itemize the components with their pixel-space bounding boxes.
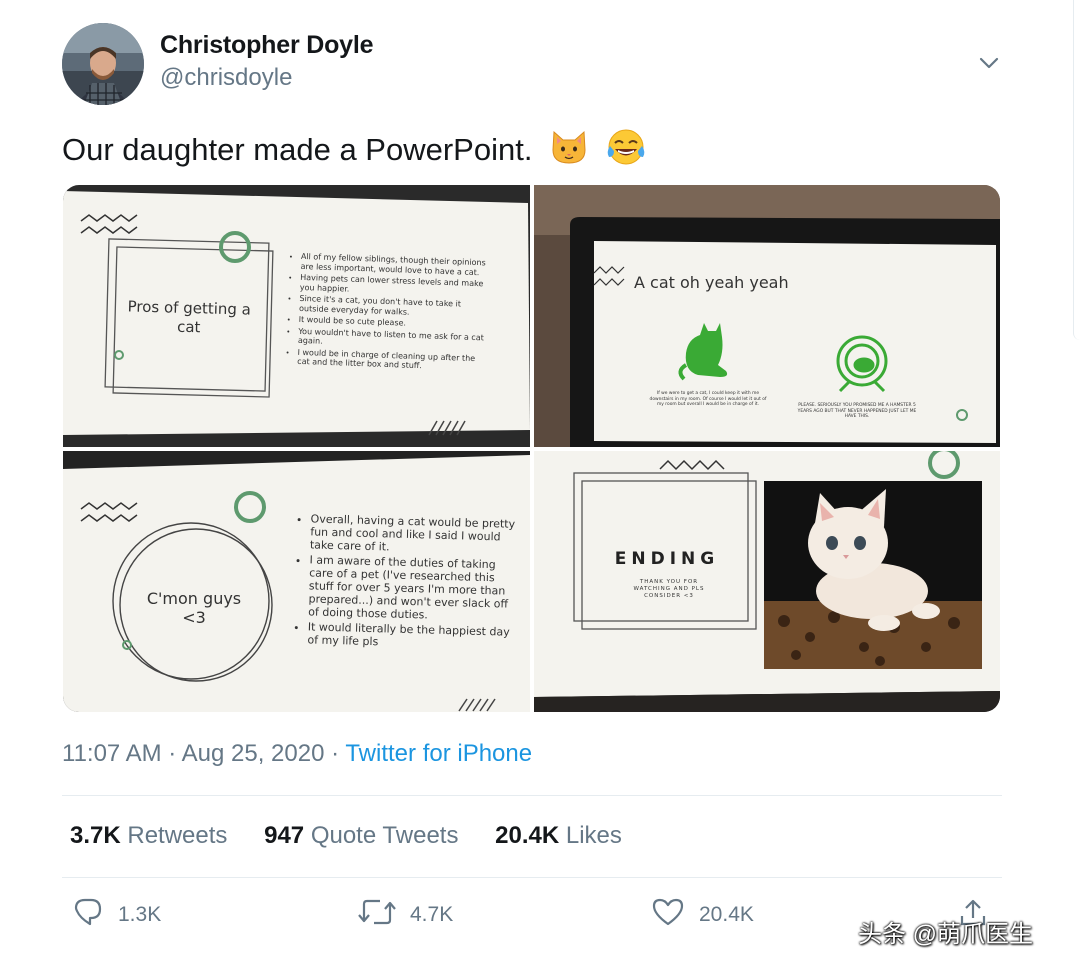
reply-icon	[72, 896, 104, 934]
likes-count: 20.4K	[495, 822, 560, 849]
watermark: 头条 @萌爪医生	[858, 921, 1034, 948]
slide-2-left-caption: If we were to get a cat, I could keep it…	[649, 391, 767, 407]
retweet-icon	[358, 896, 396, 934]
retweets-count: 3.7K	[70, 822, 121, 849]
bullet: I am aware of the duties of taking care …	[308, 553, 518, 623]
retweet-button[interactable]: 4.7K	[358, 896, 453, 934]
slide-3-bullets: Overall, having a cat would be pretty fu…	[297, 512, 518, 654]
tears-of-joy-emoji	[606, 128, 646, 174]
bullet: I would be in charge of cleaning up afte…	[297, 347, 486, 373]
photo-slide-2[interactable]: A cat oh yeah yeah If we were to get a c…	[534, 185, 1000, 447]
retweets-label: Retweets	[127, 822, 228, 849]
tweet-stats: 3.7K Retweets 947 Quote Tweets 20.4K Lik…	[70, 822, 652, 850]
likes-label: Likes	[565, 822, 622, 849]
slide-1-title: Pros of getting a cat	[127, 297, 252, 337]
slide-4-title: ENDING	[614, 549, 720, 569]
bullet: Overall, having a cat would be pretty fu…	[310, 512, 519, 556]
media-grid: Pros of getting a cat All of my fellow s…	[63, 185, 1000, 712]
reply-count: 1.3K	[118, 903, 162, 926]
cat-face-emoji	[549, 128, 589, 174]
tweet-source-link[interactable]: Twitter for iPhone	[345, 740, 532, 767]
divider	[62, 795, 1002, 796]
tweet-text: Our daughter made a PowerPoint.	[62, 128, 646, 174]
scroll-edge	[1073, 0, 1080, 340]
quote-tweets-count: 947	[264, 822, 305, 849]
retweets-stat[interactable]: 3.7K Retweets	[70, 822, 227, 850]
tweet-meta: 11:07 AM · Aug 25, 2020 · Twitter for iP…	[62, 740, 532, 768]
meta-separator: ·	[331, 740, 340, 767]
divider	[62, 877, 1002, 878]
author-name[interactable]: Christopher Doyle	[160, 31, 374, 60]
chevron-down-icon[interactable]	[976, 50, 1002, 76]
tweet-body: Our daughter made a PowerPoint.	[62, 132, 533, 167]
heart-icon	[651, 896, 685, 934]
slide-3-title: C'mon guys <3	[146, 589, 242, 627]
bullet: It would literally be the happiest day o…	[307, 620, 516, 651]
like-button[interactable]: 20.4K	[651, 896, 754, 934]
photo-slide-4[interactable]: ENDING THANK YOU FOR WATCHING AND PLS CO…	[534, 451, 1000, 712]
slide-1-bullets: All of my fellow siblings, though their …	[287, 252, 489, 375]
tweet-time[interactable]: 11:07 AM	[62, 740, 162, 767]
slide-4-subtitle: THANK YOU FOR WATCHING AND PLS CONSIDER …	[633, 579, 705, 599]
likes-stat[interactable]: 20.4K Likes	[495, 822, 622, 850]
slide-2-title: A cat oh yeah yeah	[634, 273, 789, 292]
quote-tweets-label: Quote Tweets	[310, 822, 459, 849]
photo-slide-3[interactable]: C'mon guys <3 Overall, having a cat woul…	[63, 451, 530, 712]
meta-separator: ·	[168, 740, 177, 767]
retweet-count: 4.7K	[410, 903, 454, 926]
author-handle[interactable]: @chrisdoyle	[160, 64, 292, 92]
avatar[interactable]	[62, 23, 144, 105]
kitten-photo	[764, 481, 982, 669]
photo-slide-1[interactable]: Pros of getting a cat All of my fellow s…	[63, 185, 530, 447]
tweet-date[interactable]: Aug 25, 2020	[182, 740, 325, 767]
like-count: 20.4K	[699, 903, 754, 926]
slide-2-right-caption: PLEASE. SERIOUSLY YOU PROMISED ME A HAMS…	[797, 403, 917, 419]
quote-tweets-stat[interactable]: 947 Quote Tweets	[264, 822, 458, 850]
reply-button[interactable]: 1.3K	[72, 896, 161, 934]
